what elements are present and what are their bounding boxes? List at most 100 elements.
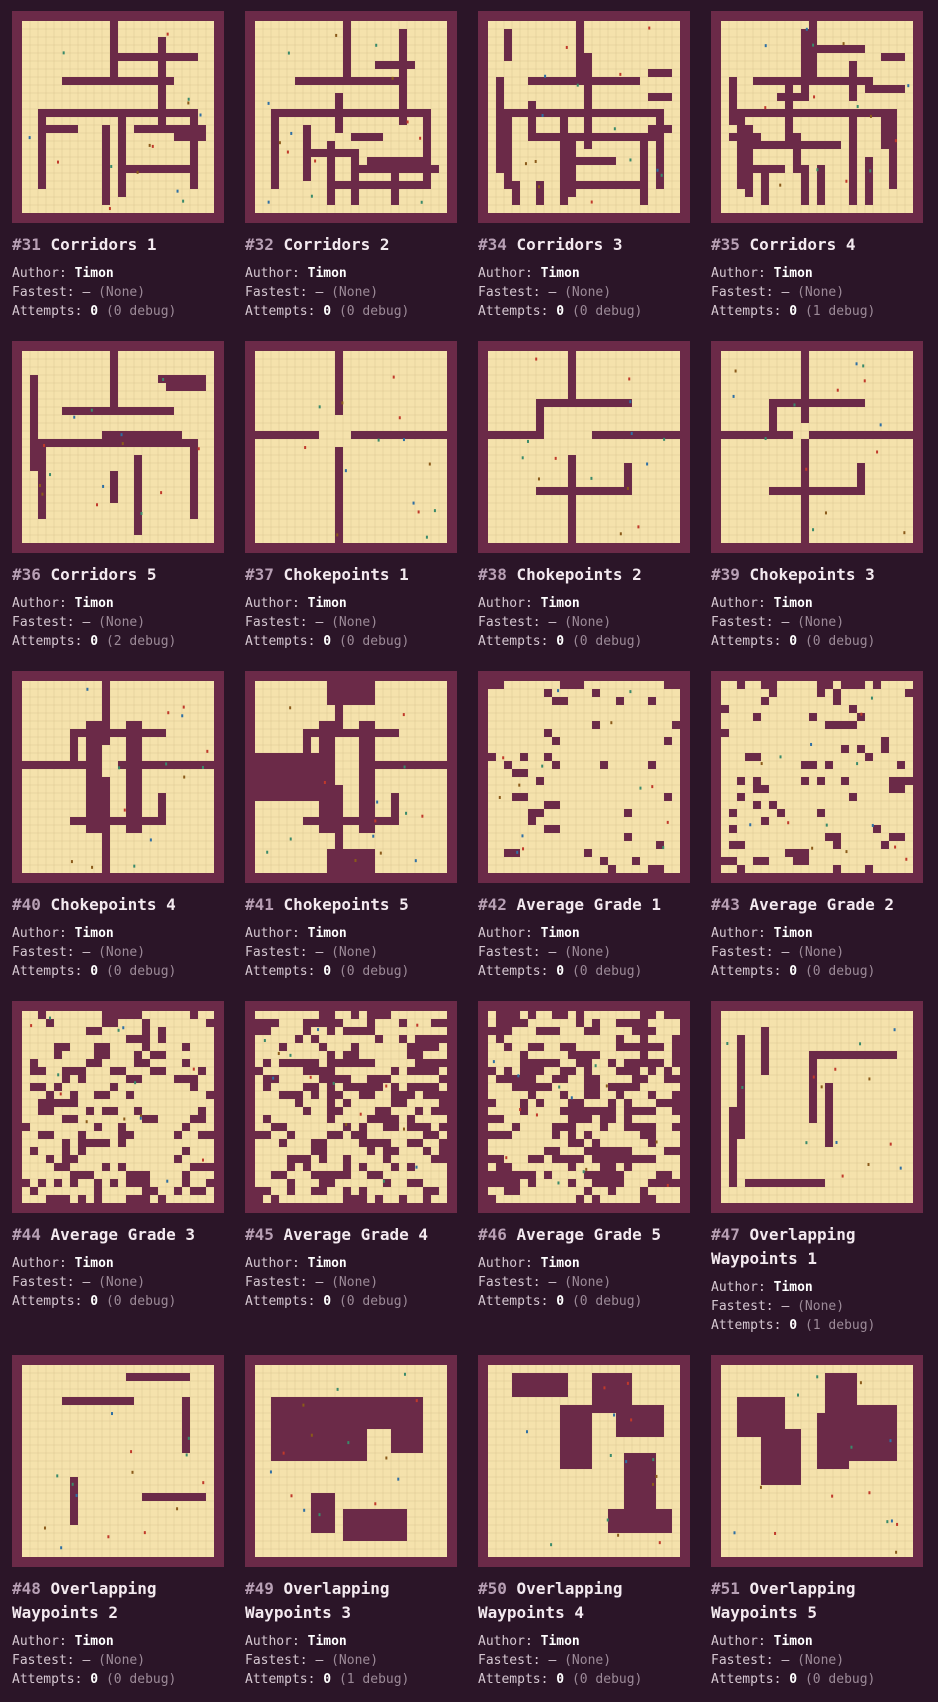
map-thumbnail[interactable]: [478, 1001, 690, 1213]
map-name: Average Grade 1: [516, 895, 662, 914]
map-card[interactable]: #48 Overlapping Waypoints 2 Author: Timo…: [12, 1355, 224, 1689]
map-card[interactable]: #46 Average Grade 5 Author: Timon Fastes…: [478, 1001, 690, 1311]
author-value[interactable]: Timon: [308, 596, 347, 611]
author-value[interactable]: Timon: [308, 1634, 347, 1649]
waypoint-mark: [148, 143, 151, 147]
waypoint-mark: [90, 408, 93, 412]
map-thumbnail[interactable]: [12, 341, 224, 553]
map-title[interactable]: #44 Average Grade 3: [12, 1223, 224, 1247]
waypoint-mark: [310, 194, 313, 198]
map-card[interactable]: #50 Overlapping Waypoints 4 Author: Timo…: [478, 1355, 690, 1689]
waypoint-mark: [162, 377, 165, 381]
author-value[interactable]: Timon: [541, 266, 580, 281]
map-thumbnail[interactable]: [478, 341, 690, 553]
waypoint-mark: [336, 533, 339, 537]
map-meta: Author: Timon Fastest: – (None) Attempts…: [711, 924, 923, 981]
map-title[interactable]: #32 Corridors 2: [245, 233, 457, 257]
map-thumbnail[interactable]: [478, 1355, 690, 1567]
map-thumbnail[interactable]: [711, 1355, 923, 1567]
author-value[interactable]: Timon: [774, 596, 813, 611]
map-card[interactable]: #31 Corridors 1 Author: Timon Fastest: –…: [12, 11, 224, 321]
waypoint-mark: [182, 705, 185, 709]
waypoint-mark: [263, 1039, 266, 1043]
fastest-dash: –: [315, 1275, 324, 1290]
map-card[interactable]: #37 Chokepoints 1 Author: Timon Fastest:…: [245, 341, 457, 651]
author-value[interactable]: Timon: [541, 596, 580, 611]
map-card[interactable]: #40 Chokepoints 4 Author: Timon Fastest:…: [12, 671, 224, 981]
author-value[interactable]: Timon: [774, 926, 813, 941]
map-thumbnail[interactable]: [12, 11, 224, 223]
map-card[interactable]: #41 Chokepoints 5 Author: Timon Fastest:…: [245, 671, 457, 981]
map-card[interactable]: #39 Chokepoints 3 Author: Timon Fastest:…: [711, 341, 923, 651]
author-value[interactable]: Timon: [774, 1280, 813, 1295]
waypoint-mark: [344, 469, 347, 473]
map-card[interactable]: #42 Average Grade 1 Author: Timon Fastes…: [478, 671, 690, 981]
map-thumbnail[interactable]: [245, 671, 457, 883]
map-card[interactable]: #43 Average Grade 2 Author: Timon Fastes…: [711, 671, 923, 981]
waypoint-mark: [779, 183, 782, 187]
map-thumbnail[interactable]: [711, 341, 923, 553]
map-card[interactable]: #44 Average Grade 3 Author: Timon Fastes…: [12, 1001, 224, 1311]
waypoint-mark: [502, 756, 505, 760]
map-title[interactable]: #43 Average Grade 2: [711, 893, 923, 917]
map-title[interactable]: #50 Overlapping Waypoints 4: [478, 1577, 690, 1625]
map-thumbnail[interactable]: [245, 1355, 457, 1567]
map-title[interactable]: #42 Average Grade 1: [478, 893, 690, 917]
waypoint-mark: [391, 76, 394, 80]
map-thumbnail[interactable]: [711, 11, 923, 223]
author-value[interactable]: Timon: [774, 1634, 813, 1649]
map-title[interactable]: #45 Average Grade 4: [245, 1223, 457, 1247]
map-title[interactable]: #36 Corridors 5: [12, 563, 224, 587]
map-card[interactable]: #34 Corridors 3 Author: Timon Fastest: –…: [478, 11, 690, 321]
map-card[interactable]: #32 Corridors 2 Author: Timon Fastest: –…: [245, 11, 457, 321]
map-thumbnail[interactable]: [478, 671, 690, 883]
map-title[interactable]: #41 Chokepoints 5: [245, 893, 457, 917]
map-thumbnail[interactable]: [245, 341, 457, 553]
author-value[interactable]: Timon: [774, 266, 813, 281]
author-value[interactable]: Timon: [308, 1256, 347, 1271]
author-value[interactable]: Timon: [75, 1256, 114, 1271]
map-thumbnail[interactable]: [12, 671, 224, 883]
map-title[interactable]: #49 Overlapping Waypoints 3: [245, 1577, 457, 1625]
map-meta: Author: Timon Fastest: – (None) Attempts…: [478, 924, 690, 981]
map-title[interactable]: #39 Chokepoints 3: [711, 563, 923, 587]
map-card[interactable]: #45 Average Grade 4 Author: Timon Fastes…: [245, 1001, 457, 1311]
author-value[interactable]: Timon: [75, 596, 114, 611]
map-title[interactable]: #51 Overlapping Waypoints 5: [711, 1577, 923, 1625]
author-value[interactable]: Timon: [541, 1256, 580, 1271]
map-thumbnail[interactable]: [12, 1355, 224, 1567]
author-value[interactable]: Timon: [308, 926, 347, 941]
map-thumbnail[interactable]: [711, 671, 923, 883]
map-thumbnail[interactable]: [245, 11, 457, 223]
map-title[interactable]: #48 Overlapping Waypoints 2: [12, 1577, 224, 1625]
attempts-line: Attempts: 0 (0 debug): [245, 632, 457, 651]
map-thumbnail[interactable]: [245, 1001, 457, 1213]
map-card[interactable]: #49 Overlapping Waypoints 3 Author: Timo…: [245, 1355, 457, 1689]
author-value[interactable]: Timon: [308, 266, 347, 281]
map-title[interactable]: #47 Overlapping Waypoints 1: [711, 1223, 923, 1271]
map-card[interactable]: #51 Overlapping Waypoints 5 Author: Timo…: [711, 1355, 923, 1689]
map-title[interactable]: #38 Chokepoints 2: [478, 563, 690, 587]
map-title[interactable]: #40 Chokepoints 4: [12, 893, 224, 917]
map-thumbnail[interactable]: [478, 11, 690, 223]
author-value[interactable]: Timon: [541, 926, 580, 941]
map-name: Corridors 2: [283, 235, 390, 254]
map-title[interactable]: #31 Corridors 1: [12, 233, 224, 257]
map-thumbnail[interactable]: [711, 1001, 923, 1213]
map-card[interactable]: #47 Overlapping Waypoints 1 Author: Timo…: [711, 1001, 923, 1335]
map-card[interactable]: #36 Corridors 5 Author: Timon Fastest: –…: [12, 341, 224, 651]
map-title[interactable]: #34 Corridors 3: [478, 233, 690, 257]
map-title[interactable]: #37 Chokepoints 1: [245, 563, 457, 587]
map-thumbnail[interactable]: [12, 1001, 224, 1213]
waypoint-mark: [557, 1181, 560, 1185]
map-title[interactable]: #46 Average Grade 5: [478, 1223, 690, 1247]
map-card[interactable]: #38 Chokepoints 2 Author: Timon Fastest:…: [478, 341, 690, 651]
author-value[interactable]: Timon: [541, 1634, 580, 1649]
waypoint-mark: [419, 136, 422, 140]
author-value[interactable]: Timon: [75, 266, 114, 281]
author-value[interactable]: Timon: [75, 1634, 114, 1649]
map-card[interactable]: #35 Corridors 4 Author: Timon Fastest: –…: [711, 11, 923, 321]
waypoint-mark: [535, 357, 538, 361]
map-title[interactable]: #35 Corridors 4: [711, 233, 923, 257]
author-value[interactable]: Timon: [75, 926, 114, 941]
